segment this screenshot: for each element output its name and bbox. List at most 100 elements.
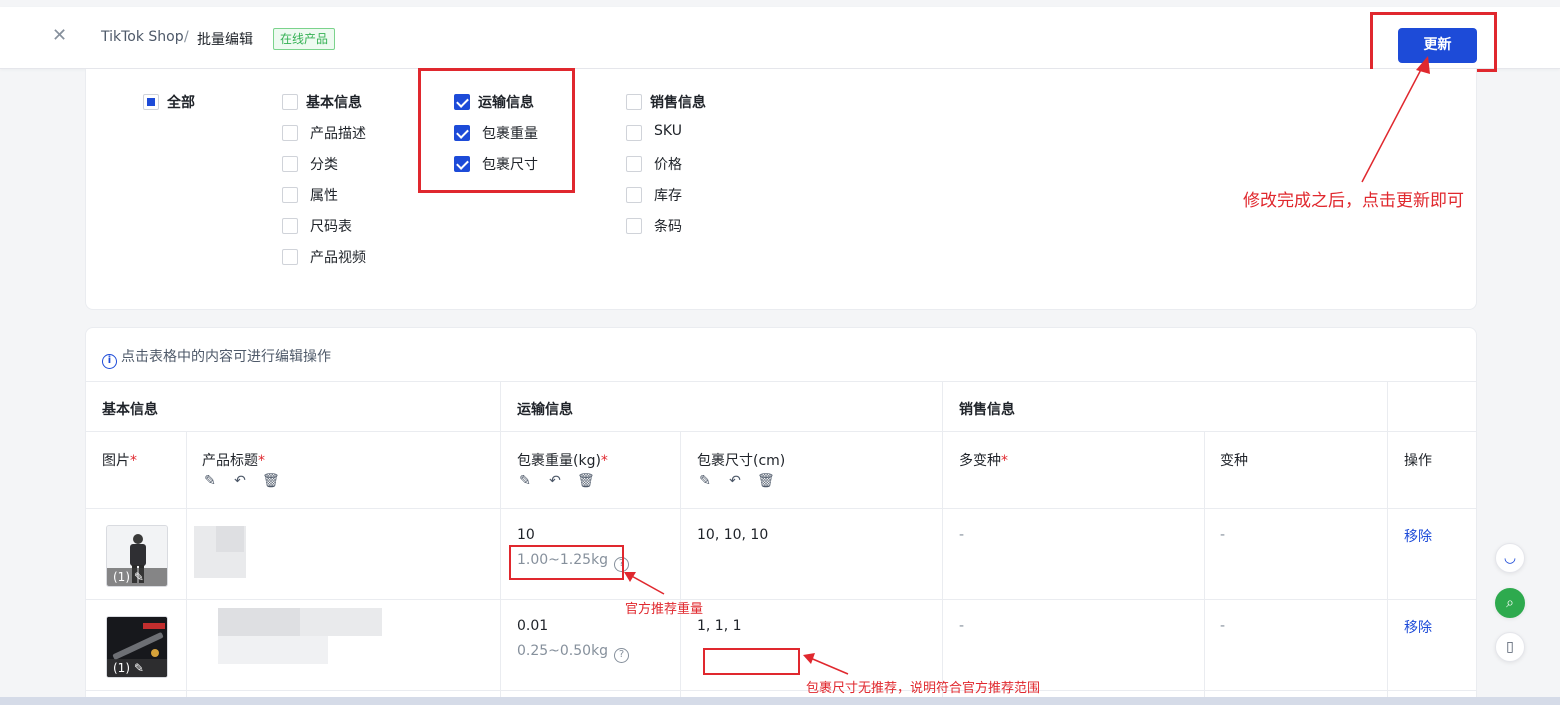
variant-value: - [1220,527,1226,543]
close-icon[interactable]: ✕ [52,27,68,45]
checkbox-label-inventory: 库存 [654,188,682,204]
checkbox-label-sales-info: 销售信息 [650,95,706,111]
group-basic-info: 基本信息 [102,402,158,418]
info-icon: i [102,354,117,369]
checkbox-category[interactable] [282,156,298,172]
undo-icon[interactable]: ↶ [727,473,743,489]
product-image[interactable]: (1) ✎ [106,525,168,587]
divider [86,381,1476,382]
multi-variant-value: - [959,618,965,634]
breadcrumb-separator: / [184,29,189,45]
trash-icon[interactable]: 🗑 [262,473,280,489]
annotation-weight-hint: 官方推荐重量 [625,602,704,617]
checkbox-sales-info[interactable] [626,94,642,110]
checkbox-label-price: 价格 [654,157,682,173]
search-icon[interactable]: ⌕ [1495,588,1525,618]
remove-link[interactable]: 移除 [1404,617,1432,637]
page-title: 批量编辑 [197,32,253,48]
divider [86,508,1476,509]
column-title: 产品标题* [202,453,265,469]
phone-icon[interactable]: ▯ [1495,632,1525,662]
checkbox-label-description: 产品描述 [310,126,366,142]
help-icon[interactable]: ? [614,648,630,663]
column-package-size: 包裹尺寸(cm) [697,453,786,469]
title-tools: ✎ ↶ 🗑 [202,473,280,489]
edit-icon[interactable]: ✎ [134,570,144,584]
weight-recommended-range: 0.25~0.50kg? [517,643,630,663]
breadcrumb-shop[interactable]: TikTok Shop [101,29,184,45]
checkbox-size-chart[interactable] [282,218,298,234]
highlight-size-empty [703,648,800,675]
checkbox-sku[interactable] [626,125,642,141]
divider [942,381,943,704]
annotation-arrow-update [1361,56,1430,183]
checkbox-label-basic-info: 基本信息 [306,95,362,111]
product-image[interactable]: (1) ✎ [106,616,168,678]
column-variant: 变种 [1220,453,1248,469]
edit-icon[interactable]: ✎ [202,473,218,489]
checkbox-label-sku: SKU [654,123,682,139]
column-image: 图片* [102,453,137,469]
checkbox-label-attributes: 属性 [310,188,338,204]
weight-tools: ✎ ↶ 🗑 [517,473,595,489]
checkbox-barcode[interactable] [626,218,642,234]
edit-icon[interactable]: ✎ [517,473,533,489]
checkbox-description[interactable] [282,125,298,141]
divider [500,381,501,704]
highlight-weight-range [509,545,624,580]
checkbox-label-all: 全部 [167,95,195,111]
annotation-size-hint: 包裹尺寸无推荐，说明符合官方推荐范围 [806,681,1041,696]
checkbox-all[interactable] [143,94,159,110]
divider [1387,381,1388,704]
annotation-arrow-weight [624,572,665,595]
image-count-badge: (1) ✎ [107,659,167,677]
variant-value: - [1220,618,1226,634]
checkbox-video[interactable] [282,249,298,265]
status-badge: 在线产品 [273,28,336,50]
table-tip: i 点击表格中的内容可进行编辑操作 [102,346,331,369]
divider [186,431,187,704]
checkbox-inventory[interactable] [626,187,642,203]
column-action: 操作 [1404,453,1432,469]
image-count-badge: (1) ✎ [107,568,167,586]
weight-value[interactable]: 0.01 [517,618,548,634]
undo-icon[interactable]: ↶ [547,473,563,489]
blurred-title [218,608,300,636]
undo-icon[interactable]: ↶ [232,473,248,489]
weight-value[interactable]: 10 [517,527,535,543]
divider [86,599,1476,600]
checkbox-price[interactable] [626,156,642,172]
divider [86,690,1476,691]
edit-icon[interactable]: ✎ [697,473,713,489]
blurred-title [218,636,328,664]
checkbox-attributes[interactable] [282,187,298,203]
annotation-arrow-size [803,653,849,675]
divider [680,431,681,704]
checkbox-label-size-chart: 尺码表 [310,219,352,235]
annotation-update-hint: 修改完成之后，点击更新即可 [1243,191,1464,211]
group-sales-info: 销售信息 [959,402,1015,418]
multi-variant-value: - [959,527,965,543]
checkbox-basic-info[interactable] [282,94,298,110]
divider [1204,431,1205,704]
group-shipping-info: 运输信息 [517,402,573,418]
edit-icon[interactable]: ✎ [134,661,144,675]
trash-icon[interactable]: 🗑 [757,473,775,489]
checkbox-label-barcode: 条码 [654,219,682,235]
highlight-shipping-checkboxes [418,68,575,193]
top-strip [0,0,1560,7]
column-multi-variant: 多变种* [959,453,1008,469]
remove-link[interactable]: 移除 [1404,526,1432,546]
headset-icon[interactable]: ◡ [1495,543,1525,573]
size-tools: ✎ ↶ 🗑 [697,473,775,489]
size-value[interactable]: 1, 1, 1 [697,618,742,634]
trash-icon[interactable]: 🗑 [577,473,595,489]
divider [86,431,1476,432]
blurred-title [216,526,244,552]
column-package-weight: 包裹重量(kg)* [517,453,608,469]
checkbox-label-category: 分类 [310,157,338,173]
bottom-strip [0,697,1560,705]
header-bar: ✕ TikTok Shop / 批量编辑 在线产品 更新 [0,7,1560,69]
size-value[interactable]: 10, 10, 10 [697,527,768,543]
checkbox-label-video: 产品视频 [310,250,366,266]
